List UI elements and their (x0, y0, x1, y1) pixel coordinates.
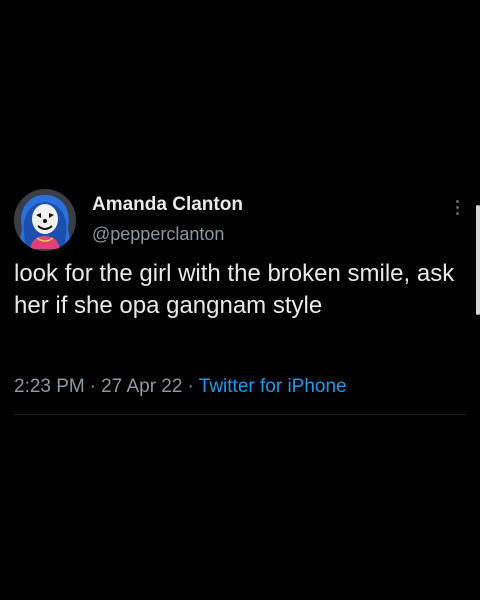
tweet-meta: 2:23 PM · 27 Apr 22 · Twitter for iPhone (14, 376, 347, 398)
author-display-name[interactable]: Amanda Clanton (92, 194, 243, 216)
clown-avatar-icon (14, 189, 76, 251)
tweet-date[interactable]: 27 Apr 22 (101, 376, 182, 397)
tweet-text: look for the girl with the broken smile,… (14, 260, 455, 319)
more-dot (455, 205, 459, 209)
tweet-time[interactable]: 2:23 PM (14, 376, 85, 397)
meta-separator: · (187, 376, 194, 397)
tweet-source-link[interactable]: Twitter for iPhone (199, 376, 347, 397)
more-options-icon[interactable] (448, 194, 466, 220)
more-dot (455, 211, 459, 215)
meta-separator: · (89, 376, 97, 397)
more-dot (455, 199, 459, 203)
divider (14, 414, 466, 415)
scrollbar[interactable] (476, 205, 480, 315)
tweet-card: Amanda Clanton @pepperclanton look for t… (0, 0, 480, 600)
avatar[interactable] (14, 189, 76, 251)
author-handle[interactable]: @pepperclanton (92, 224, 224, 245)
